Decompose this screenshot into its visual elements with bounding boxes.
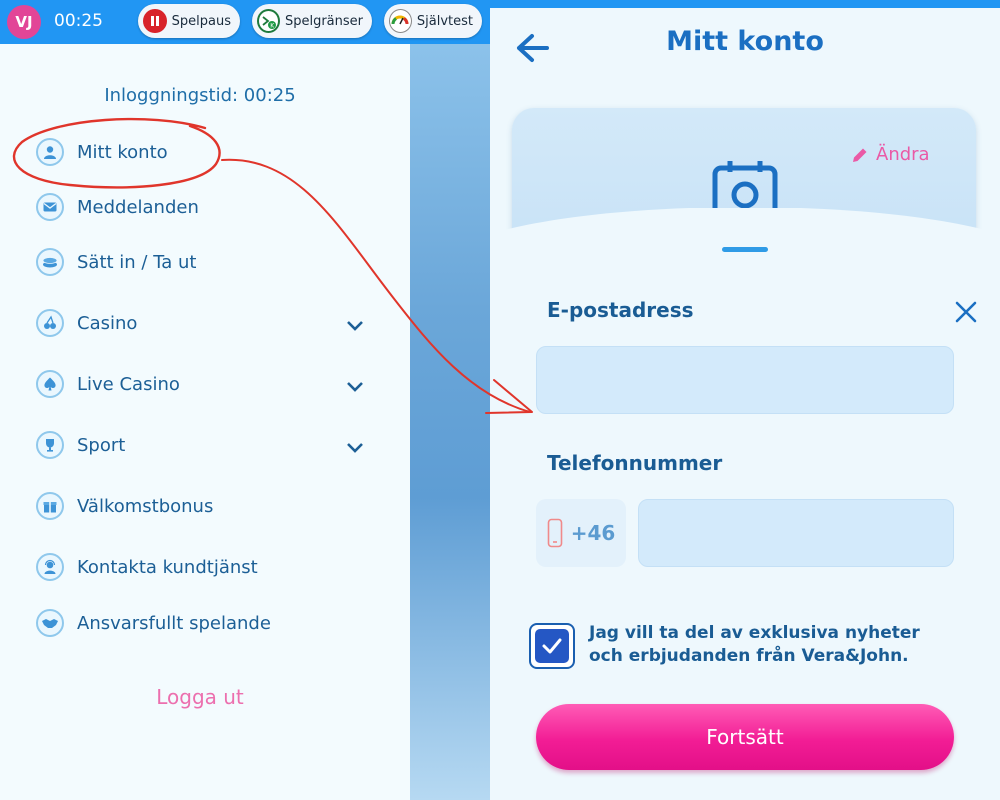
chevron-down-icon[interactable] [344,315,366,337]
sjalvtest-button[interactable]: Självtest [384,4,482,38]
menu-item-label: Sätt in / Ta ut [77,251,197,273]
menu-item-meddelanden[interactable]: Meddelanden [36,187,199,227]
app-screen: VJ 00:25 Spelpaus K Spelgränser Självtes… [0,0,1000,800]
support-agent-icon [36,553,64,581]
spelpaus-button[interactable]: Spelpaus [138,4,240,38]
newsletter-consent-text: Jag vill ta del av exklusiva nyheter och… [589,623,920,666]
menu-item-label: Välkomstbonus [77,495,214,517]
email-field[interactable] [536,346,954,414]
menu-item-label: Mitt konto [77,141,168,163]
menu-item-valkomstbonus[interactable]: Välkomstbonus [36,486,213,526]
handshake-icon [36,609,64,637]
background-strip [410,44,490,800]
pause-icon [143,9,167,33]
close-icon[interactable] [951,297,981,327]
check-icon [535,629,569,663]
trophy-icon [36,431,64,459]
logout-link[interactable]: Logga ut [0,685,400,709]
limits-icon: K [257,9,280,33]
menu-item-label: Meddelanden [77,196,199,218]
menu-item-label: Casino [77,312,138,334]
chevron-down-icon[interactable] [344,376,366,398]
menu-item-label: Ansvarsfullt spelande [77,612,271,634]
login-time: Inloggningstid: 00:25 [104,85,296,106]
edit-button[interactable]: Ändra [850,144,930,165]
newsletter-checkbox[interactable] [529,623,575,669]
menu-item-casino[interactable]: Casino [36,303,137,343]
edit-label: Ändra [876,144,930,165]
page-title: Mitt konto [666,26,824,57]
phone-field[interactable] [638,499,954,567]
spelgranser-button[interactable]: K Spelgränser [252,4,372,38]
top-bar: VJ 00:25 Spelpaus K Spelgränser Självtes… [0,0,490,44]
phone-country-code[interactable]: +46 [536,499,626,567]
sjalvtest-label: Självtest [416,13,473,29]
coins-icon [36,248,64,276]
menu-item-ansvarsfullt-spelande[interactable]: Ansvarsfullt spelande [36,603,271,643]
phone-icon [547,518,563,548]
sheet-handle[interactable] [722,247,768,252]
pencil-icon [850,145,870,165]
vj-logo[interactable]: VJ [7,5,41,39]
menu-item-label: Kontakta kundtjänst [77,556,258,578]
menu-item-mitt-konto[interactable]: Mitt konto [36,132,168,172]
menu-item-live-casino[interactable]: Live Casino [36,364,180,404]
email-label: E-postadress [547,298,694,322]
continue-button[interactable]: Fortsätt [536,704,954,770]
phone-label: Telefonnummer [547,451,723,475]
gauge-icon [389,9,412,33]
menu-item-kontakta-kundtjanst[interactable]: Kontakta kundtjänst [36,547,258,587]
user-icon [36,138,64,166]
menu-item-label: Sport [77,434,126,456]
spade-icon [36,370,64,398]
menu-item-satt-in-ta-ut[interactable]: Sätt in / Ta ut [36,242,196,282]
cherries-icon [36,309,64,337]
top-bar-edge [490,0,1000,8]
spelgranser-label: Spelgränser [284,13,363,29]
phone-prefix-label: +46 [570,521,616,545]
spelpaus-label: Spelpaus [171,13,231,29]
gift-icon [36,492,64,520]
chevron-down-icon[interactable] [344,437,366,459]
session-timer: 00:25 [54,11,103,31]
menu-item-label: Live Casino [77,373,180,395]
mail-icon [36,193,64,221]
menu-item-sport[interactable]: Sport [36,425,125,465]
side-menu: Inloggningstid: 00:25 Mitt konto Meddela… [0,44,410,800]
